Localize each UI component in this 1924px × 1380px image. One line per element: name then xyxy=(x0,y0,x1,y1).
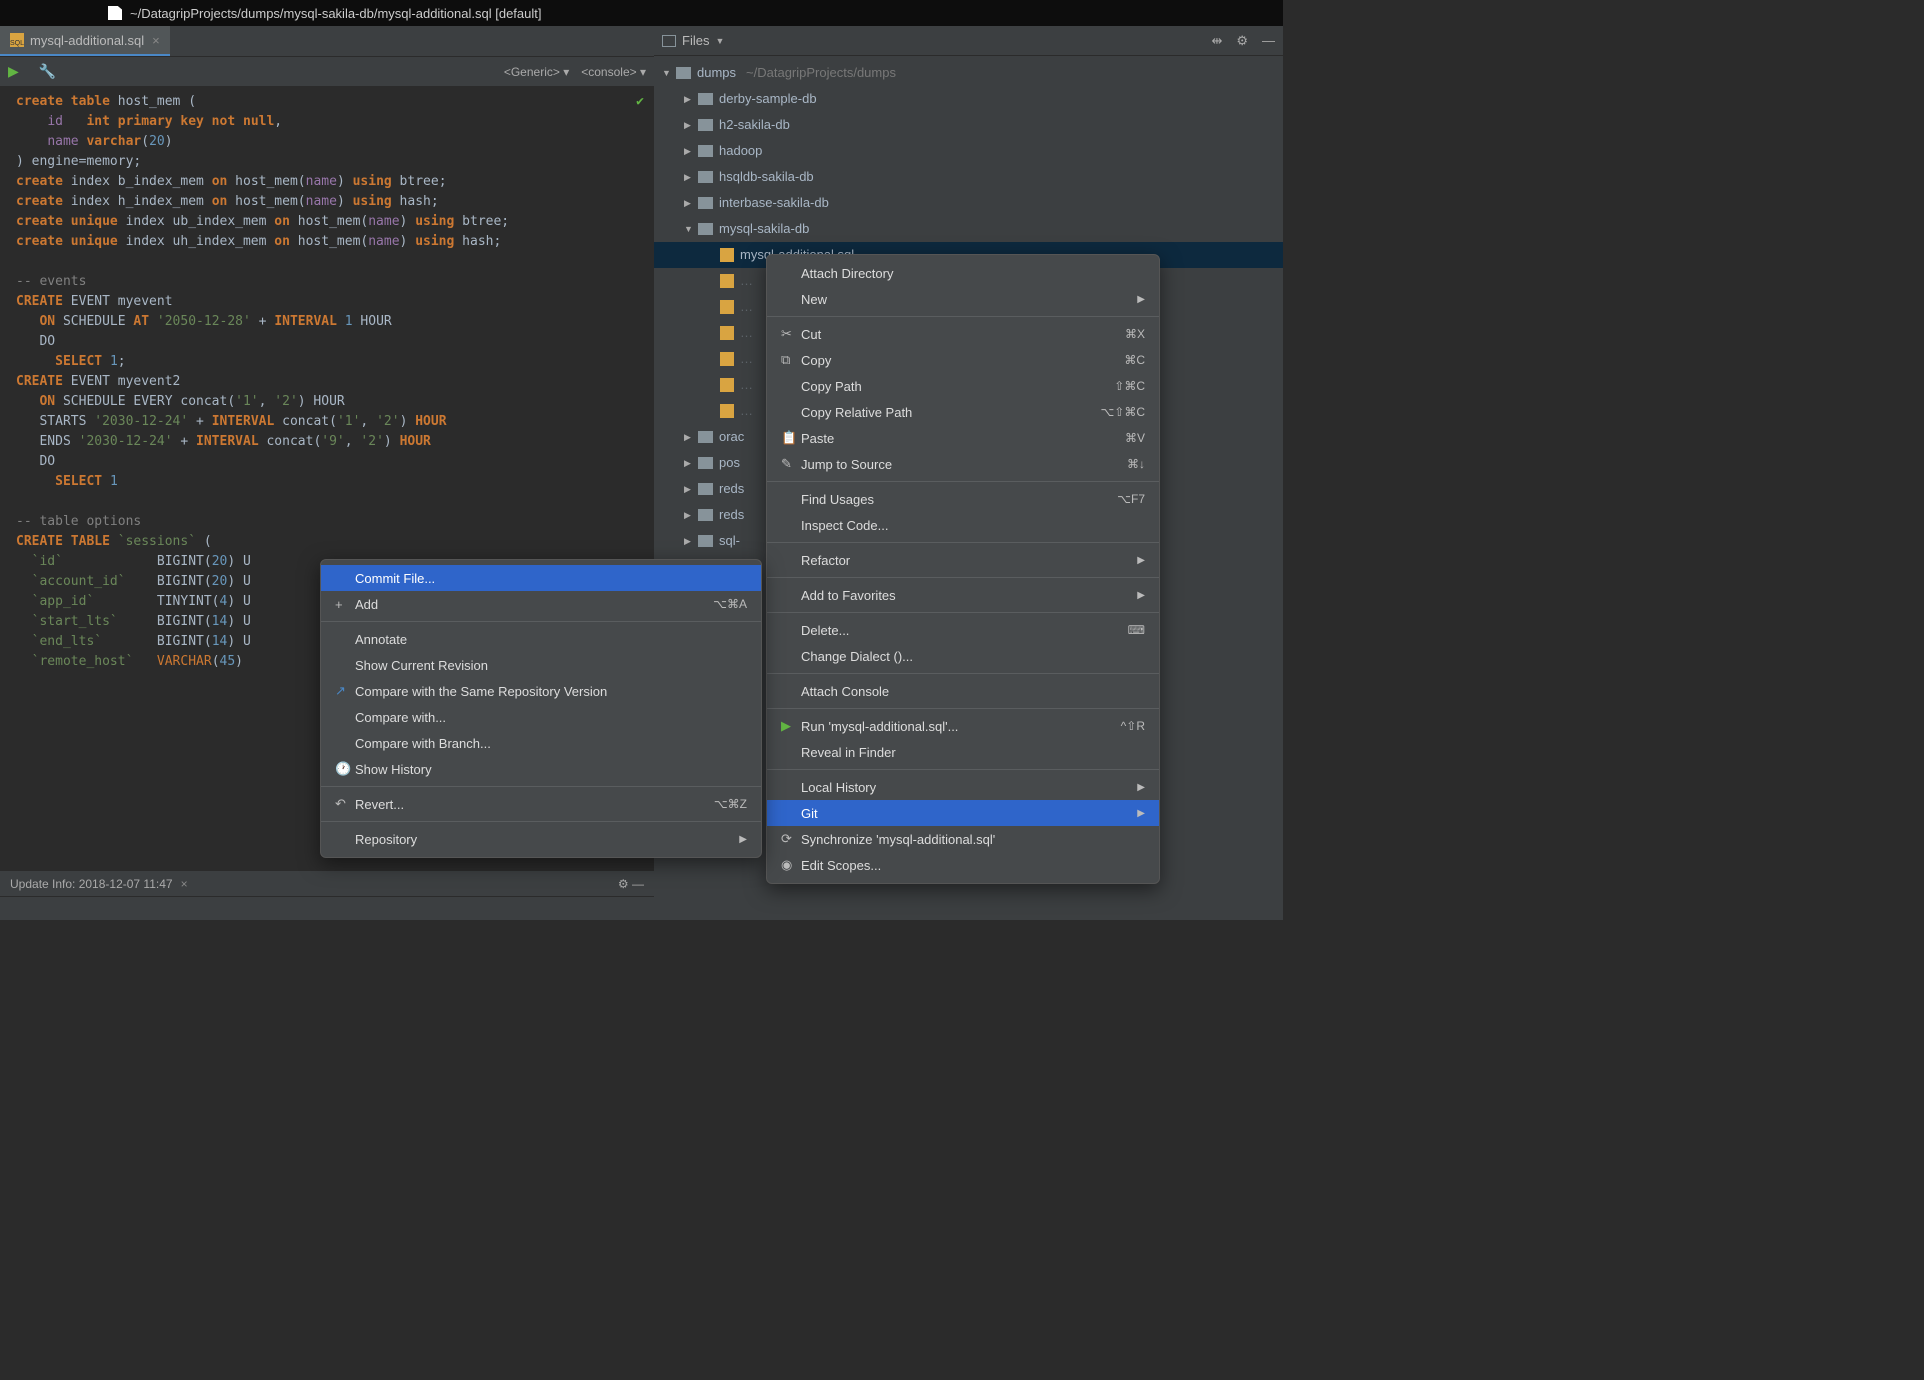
menu-item[interactable]: Refactor▶ xyxy=(767,547,1159,573)
files-panel-header: Files ▼ ⇹ ⚙ — xyxy=(654,26,1283,56)
menu-item[interactable]: +Add⌥⌘A xyxy=(321,591,761,617)
gear-icon[interactable]: ⚙ — xyxy=(618,877,644,891)
tree-folder[interactable]: ▶hadoop xyxy=(654,138,1283,164)
gear-icon[interactable]: ⚙ xyxy=(1236,33,1248,49)
menu-item[interactable]: Delete...⌨ xyxy=(767,617,1159,643)
window-titlebar: ~/DatagripProjects/dumps/mysql-sakila-db… xyxy=(0,0,1283,26)
menu-item[interactable]: ▶Run 'mysql-additional.sql'...^⇧R xyxy=(767,713,1159,739)
menu-item[interactable]: New▶ xyxy=(767,286,1159,312)
menu-item[interactable]: Show Current Revision xyxy=(321,652,761,678)
menu-item[interactable]: 🕐Show History xyxy=(321,756,761,782)
menu-item[interactable]: Inspect Code... xyxy=(767,512,1159,538)
editor-tabs: SQL mysql-additional.sql × xyxy=(0,26,654,56)
checkmark-icon: ✔ xyxy=(636,92,644,112)
bottom-strip xyxy=(0,896,654,920)
minimize-icon[interactable]: — xyxy=(1262,33,1275,49)
chevron-down-icon[interactable]: ▼ xyxy=(715,36,724,46)
tree-folder[interactable]: ▶interbase-sakila-db xyxy=(654,190,1283,216)
close-icon[interactable]: × xyxy=(152,33,160,48)
wrench-icon[interactable]: 🔧 xyxy=(39,63,56,80)
menu-item[interactable]: Git▶ xyxy=(767,800,1159,826)
menu-item[interactable]: Find Usages⌥F7 xyxy=(767,486,1159,512)
menu-item[interactable]: Change Dialect ()... xyxy=(767,643,1159,669)
menu-item[interactable]: Compare with Branch... xyxy=(321,730,761,756)
menu-item[interactable]: Repository▶ xyxy=(321,826,761,852)
menu-item[interactable]: Add to Favorites▶ xyxy=(767,582,1159,608)
menu-item[interactable]: Compare with... xyxy=(321,704,761,730)
menu-item[interactable]: Attach Directory xyxy=(767,260,1159,286)
sql-file-icon: SQL xyxy=(10,33,24,47)
console-combo[interactable]: <console> ▾ xyxy=(581,65,646,79)
window-title: ~/DatagripProjects/dumps/mysql-sakila-db… xyxy=(130,6,542,21)
menu-item[interactable]: Copy Path⇧⌘C xyxy=(767,373,1159,399)
menu-item[interactable]: Reveal in Finder xyxy=(767,739,1159,765)
menu-item[interactable]: Copy Relative Path⌥⇧⌘C xyxy=(767,399,1159,425)
menu-item[interactable]: ◉Edit Scopes... xyxy=(767,852,1159,878)
menu-item[interactable]: ✂Cut⌘X xyxy=(767,321,1159,347)
status-text: Update Info: 2018-12-07 11:47 xyxy=(10,877,173,891)
menu-item[interactable]: Annotate xyxy=(321,626,761,652)
tab-mysql-additional[interactable]: SQL mysql-additional.sql × xyxy=(0,26,170,56)
tree-folder-open[interactable]: ▼mysql-sakila-db xyxy=(654,216,1283,242)
context-menu-git: Commit File...+Add⌥⌘A AnnotateShow Curren… xyxy=(320,559,762,858)
editor-toolbar: ▶ 🔧 <Generic> ▾ <console> ▾ xyxy=(0,56,654,86)
context-menu-files: Attach DirectoryNew▶ ✂Cut⌘X⧉Copy⌘CCopy Pa… xyxy=(766,254,1160,884)
folder-icon xyxy=(662,35,676,47)
menu-item[interactable]: 📋Paste⌘V xyxy=(767,425,1159,451)
tree-folder[interactable]: ▶h2-sakila-db xyxy=(654,112,1283,138)
split-icon[interactable]: ⇹ xyxy=(1211,33,1222,49)
menu-item[interactable]: ↗Compare with the Same Repository Versio… xyxy=(321,678,761,704)
tree-folder[interactable]: ▶hsqldb-sakila-db xyxy=(654,164,1283,190)
menu-item[interactable]: ✎Jump to Source⌘↓ xyxy=(767,451,1159,477)
status-bar: Update Info: 2018-12-07 11:47 × ⚙ — xyxy=(0,870,654,896)
menu-item[interactable]: ⧉Copy⌘C xyxy=(767,347,1159,373)
close-icon[interactable]: × xyxy=(181,877,188,891)
menu-item[interactable]: ⟳Synchronize 'mysql-additional.sql' xyxy=(767,826,1159,852)
files-title: Files xyxy=(682,33,709,48)
tree-root[interactable]: ▼ dumps ~/DatagripProjects/dumps xyxy=(654,60,1283,86)
dialect-combo[interactable]: <Generic> ▾ xyxy=(504,65,569,79)
tab-label: mysql-additional.sql xyxy=(30,33,144,48)
menu-item[interactable]: ↶Revert...⌥⌘Z xyxy=(321,791,761,817)
menu-item[interactable]: Attach Console xyxy=(767,678,1159,704)
menu-item[interactable]: Local History▶ xyxy=(767,774,1159,800)
run-icon[interactable]: ▶ xyxy=(8,63,19,80)
file-icon xyxy=(108,6,122,20)
tree-folder[interactable]: ▶derby-sample-db xyxy=(654,86,1283,112)
menu-item[interactable]: Commit File... xyxy=(321,565,761,591)
